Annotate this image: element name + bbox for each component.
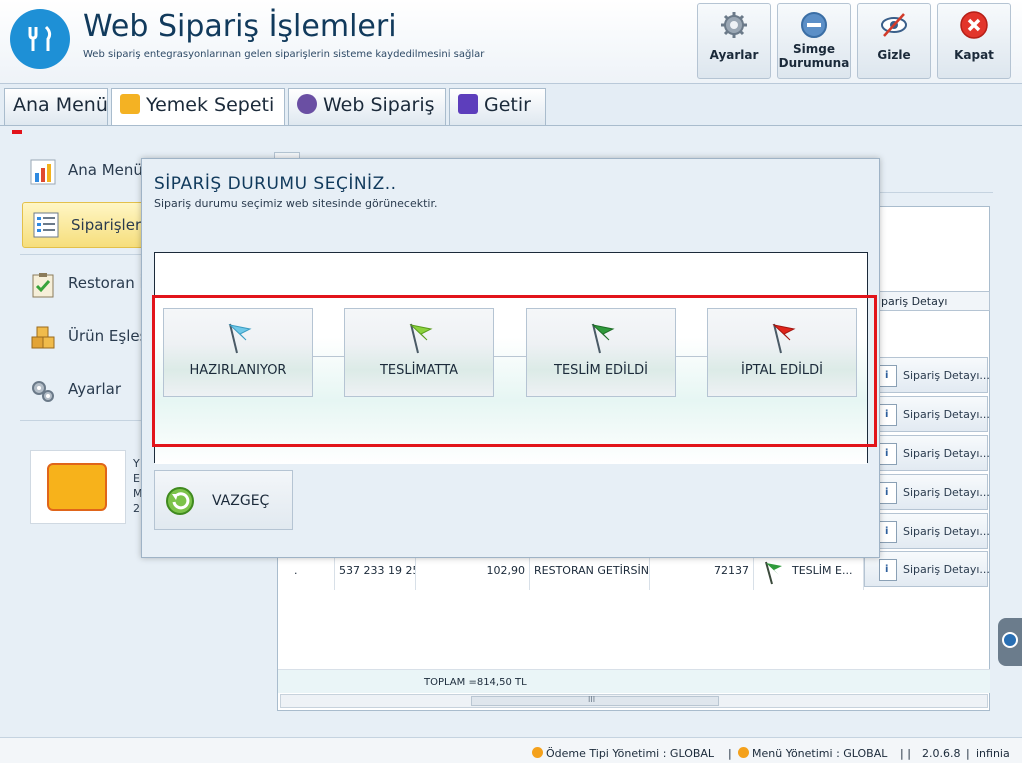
tab-label: Getir	[484, 94, 531, 116]
bar-chart-icon	[30, 159, 56, 185]
close-button[interactable]: Kapat	[937, 3, 1011, 79]
detail-column-header: Sipariş Detayı	[864, 291, 990, 311]
minus-circle-icon	[801, 12, 827, 38]
tab-label: Ana Menü	[13, 94, 108, 116]
yemeksepeti-logo-icon	[47, 463, 107, 511]
minimize-label-line1: Simge	[793, 42, 835, 56]
document-info-icon	[879, 365, 897, 387]
close-button-label: Kapat	[954, 48, 994, 62]
dialog-subtitle: Sipariş durumu seçimiz web sitesinde gör…	[154, 197, 438, 210]
sidebar-item-label: Ana Menü	[68, 161, 143, 179]
fork-knife-logo-icon	[10, 9, 70, 69]
document-info-icon	[879, 559, 897, 581]
tab-getir[interactable]: Getir	[449, 88, 546, 125]
grid-total: TOPLAM =814,50 TL	[424, 677, 527, 688]
version-label: 2.0.6.8	[922, 747, 961, 760]
horizontal-scrollbar[interactable]: III	[280, 694, 988, 708]
info-dot-icon	[738, 747, 749, 758]
minimize-label-line2: Durumuna	[778, 56, 850, 70]
getir-icon	[458, 94, 478, 114]
order-detail-button[interactable]: Sipariş Detayı...	[864, 357, 990, 393]
boxes-icon	[31, 326, 55, 349]
cancel-button-label: VAZGEÇ	[212, 493, 270, 509]
status-bar: Ödeme Tipi Yönetimi : GLOBAL | Menü Yöne…	[0, 737, 1022, 763]
order-detail-button[interactable]: Sipariş Detayı...	[864, 551, 990, 587]
refresh-arrow-icon	[166, 487, 194, 515]
vendor-label: infinia	[976, 747, 1010, 760]
highlight-marker	[12, 130, 22, 134]
gear-icon	[721, 12, 747, 38]
app-title: Web Sipariş İşlemleri	[83, 9, 397, 44]
hide-button-label: Gizle	[877, 48, 911, 62]
order-detail-button[interactable]: Sipariş Detayı...	[864, 474, 990, 510]
tab-label: Web Sipariş	[323, 94, 435, 116]
close-icon	[960, 11, 988, 39]
eye-slash-icon	[881, 13, 907, 37]
sidebar-item-label: Siparişler	[71, 216, 142, 234]
tab-yemek-sepeti[interactable]: Yemek Sepeti	[111, 88, 285, 126]
yemeksepeti-icon	[120, 94, 140, 114]
document-info-icon	[879, 404, 897, 426]
side-panel-toggle[interactable]	[998, 618, 1022, 666]
document-info-icon	[879, 521, 897, 543]
hide-button[interactable]: Gizle	[857, 3, 931, 79]
info-dot-icon	[532, 747, 543, 758]
yemeksepeti-logo	[30, 450, 126, 524]
settings-button-label: Ayarlar	[709, 48, 759, 62]
sidebar-item-label: Ayarlar	[68, 380, 122, 398]
document-info-icon	[879, 482, 897, 504]
app-subtitle: Web sipariş entegrasyonlarınan gelen sip…	[83, 49, 485, 60]
order-detail-button[interactable]: Sipariş Detayı...	[864, 513, 990, 549]
green-flag-icon	[765, 561, 782, 585]
highlight-frame	[152, 295, 877, 447]
cancel-button[interactable]: VAZGEÇ	[154, 470, 293, 530]
tab-bar: Ana Menü Yemek Sepeti Web Sipariş Getir	[0, 84, 1022, 126]
order-detail-button[interactable]: Sipariş Detayı...	[864, 396, 990, 432]
document-info-icon	[879, 443, 897, 465]
tab-web-siparis[interactable]: Web Sipariş	[288, 88, 446, 125]
scrollbar-thumb[interactable]: III	[471, 695, 719, 706]
clipboard-icon	[32, 273, 54, 298]
dialog-title: SİPARİŞ DURUMU SEÇİNİZ..	[154, 174, 397, 194]
table-row[interactable]: . 537 233 19 25 102,90 RESTORAN GETİRSİN…	[278, 551, 990, 590]
list-icon	[33, 212, 59, 238]
grid-footer	[278, 669, 990, 693]
minimize-to-tray-button[interactable]: Simge Durumuna	[777, 3, 851, 79]
order-detail-button[interactable]: Sipariş Detayı...	[864, 435, 990, 471]
tab-ana-menu[interactable]: Ana Menü	[4, 88, 108, 125]
basket-icon	[297, 94, 317, 114]
settings-button[interactable]: Ayarlar	[697, 3, 771, 79]
app-header: Web Sipariş İşlemleri Web sipariş entegr…	[0, 0, 1022, 84]
tab-label: Yemek Sepeti	[146, 94, 275, 116]
teamviewer-icon	[1002, 632, 1018, 648]
menu-management-status[interactable]: Menü Yönetimi : GLOBAL	[738, 747, 887, 760]
gears-icon	[32, 381, 54, 402]
payment-type-status[interactable]: Ödeme Tipi Yönetimi : GLOBAL	[532, 747, 714, 760]
